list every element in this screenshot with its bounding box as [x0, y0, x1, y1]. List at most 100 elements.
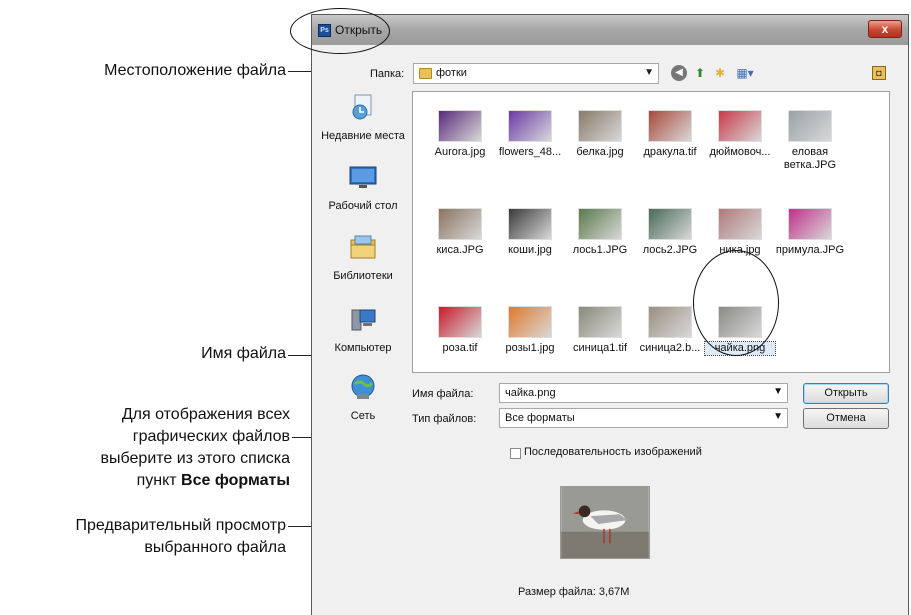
place-label: Сеть	[350, 410, 376, 422]
places-bar: Недавние места Рабочий стол Библиотеки К…	[319, 92, 407, 427]
file-item[interactable]: роза.tif	[425, 300, 495, 355]
file-thumbnail	[648, 208, 692, 240]
folder-value: фотки	[436, 67, 467, 79]
callout-formats-line2: графических файлов	[132, 428, 290, 445]
views-menu-icon[interactable]: ▦▾	[733, 65, 757, 81]
place-label: Недавние места	[321, 130, 405, 142]
callout-preview-line2: выбранного файла	[144, 539, 286, 556]
title-highlight-ring	[290, 8, 390, 54]
file-thumbnail	[578, 208, 622, 240]
title-bar[interactable]: Ps Открыть x	[312, 15, 908, 45]
file-thumbnail	[648, 110, 692, 142]
file-name: киса.JPG	[436, 244, 484, 256]
new-folder-icon[interactable]: ✱	[712, 65, 728, 81]
open-button[interactable]: Открыть	[803, 383, 889, 404]
chevron-down-icon: ▼	[644, 67, 654, 78]
place-label: Рабочий стол	[328, 200, 398, 212]
callout-preview-line1: Предварительный просмотр	[75, 517, 286, 534]
file-list[interactable]: Aurora.jpg flowers_48... белка.jpg дракула.…	[412, 91, 890, 373]
file-thumbnail	[788, 208, 832, 240]
file-thumbnail	[438, 306, 482, 338]
callout-filename: Имя файла	[201, 345, 286, 362]
sequence-label: Последовательность изображений	[524, 446, 702, 458]
file-thumbnail	[508, 306, 552, 338]
callout-formats-line4: пункт Все форматы	[20, 470, 290, 492]
filename-input[interactable]: чайка.png ▼	[499, 383, 788, 403]
file-item[interactable]: flowers_48...	[495, 104, 565, 159]
file-name: примула.JPG	[775, 244, 845, 256]
file-item[interactable]: дракула.tif	[635, 104, 705, 159]
libraries-icon	[350, 235, 376, 259]
chevron-down-icon[interactable]: ▼	[773, 386, 783, 397]
file-item[interactable]: коши.jpg	[495, 202, 565, 257]
file-name: белка.jpg	[576, 146, 624, 158]
file-thumbnail	[438, 110, 482, 142]
up-folder-icon[interactable]: ⬆	[692, 65, 708, 81]
folder-dropdown[interactable]: фотки ▼	[413, 63, 659, 84]
file-thumbnail	[788, 110, 832, 142]
filetype-value: Все форматы	[505, 412, 575, 424]
file-name: лось2.JPG	[642, 244, 698, 256]
file-item[interactable]: киса.JPG	[425, 202, 495, 257]
place-desktop[interactable]: Рабочий стол	[319, 162, 407, 213]
file-name: розы1.jpg	[505, 342, 555, 354]
filename-label: Имя файла:	[412, 388, 474, 400]
chevron-down-icon[interactable]: ▼	[773, 411, 783, 422]
filetype-select[interactable]: Все форматы ▼	[499, 408, 788, 428]
file-thumbnail	[718, 110, 762, 142]
computer-icon	[351, 309, 376, 331]
file-name: роза.tif	[442, 342, 478, 354]
close-button[interactable]: x	[868, 20, 902, 38]
file-item[interactable]: примула.JPG	[775, 202, 845, 257]
file-name: лось1.JPG	[572, 244, 628, 256]
file-name: дюймовоч...	[709, 146, 771, 158]
file-thumbnail	[578, 306, 622, 338]
file-name: синица2.b...	[639, 342, 701, 354]
cancel-button[interactable]: Отмена	[803, 408, 889, 429]
place-label: Компьютер	[334, 342, 392, 354]
place-libraries[interactable]: Библиотеки	[319, 232, 407, 283]
callout-formats-line3: выберите из этого списка	[100, 450, 290, 467]
preview-image	[560, 486, 650, 559]
file-thumbnail	[508, 110, 552, 142]
folder-icon	[419, 68, 432, 79]
filetype-label: Тип файлов:	[412, 413, 477, 425]
file-name: дракула.tif	[643, 146, 697, 158]
file-item[interactable]: ника.jpg	[705, 202, 775, 257]
file-item[interactable]: синица1.tif	[565, 300, 635, 355]
file-thumbnail	[648, 306, 692, 338]
callout-formats-bold: Все форматы	[181, 472, 290, 489]
file-item[interactable]: розы1.jpg	[495, 300, 565, 355]
file-size-text: Размер файла: 3,67М	[518, 586, 630, 598]
recent-places-icon	[352, 94, 372, 120]
file-item[interactable]: белка.jpg	[565, 104, 635, 159]
network-icon	[351, 374, 375, 399]
open-dialog: Ps Открыть x Папка: фотки ▼ ◀ ⬆ ✱ ▦▾ ◘ Н…	[311, 14, 909, 615]
callout-formats: Для отображения всех графических файлов …	[20, 404, 290, 492]
file-thumbnail	[718, 208, 762, 240]
extra-icon[interactable]: ◘	[872, 66, 886, 80]
place-label: Библиотеки	[333, 270, 393, 282]
callout-preview: Предварительный просмотр выбранного файл…	[0, 515, 286, 559]
figure: Местоположение файла Имя файла Для отобр…	[0, 0, 911, 615]
file-item[interactable]: лось2.JPG	[635, 202, 705, 257]
file-thumbnail	[578, 110, 622, 142]
file-name: еловая ветка.JPG	[783, 146, 837, 171]
file-name: flowers_48...	[498, 146, 562, 158]
back-icon[interactable]: ◀	[671, 65, 687, 81]
file-item[interactable]: еловая ветка.JPG	[775, 104, 845, 172]
filename-value: чайка.png	[505, 387, 556, 399]
place-network[interactable]: Сеть	[319, 372, 407, 423]
file-item[interactable]: Aurora.jpg	[425, 104, 495, 159]
file-thumbnail	[438, 208, 482, 240]
sequence-checkbox[interactable]	[510, 448, 521, 459]
desktop-icon	[349, 166, 377, 188]
file-item[interactable]: дюймовоч...	[705, 104, 775, 159]
place-computer[interactable]: Компьютер	[319, 304, 407, 355]
file-name: Aurora.jpg	[434, 146, 486, 158]
folder-label: Папка:	[370, 68, 405, 80]
file-name: коши.jpg	[508, 244, 552, 256]
file-item[interactable]: лось1.JPG	[565, 202, 635, 257]
callout-location: Местоположение файла	[104, 62, 286, 79]
place-recent[interactable]: Недавние места	[319, 92, 407, 143]
